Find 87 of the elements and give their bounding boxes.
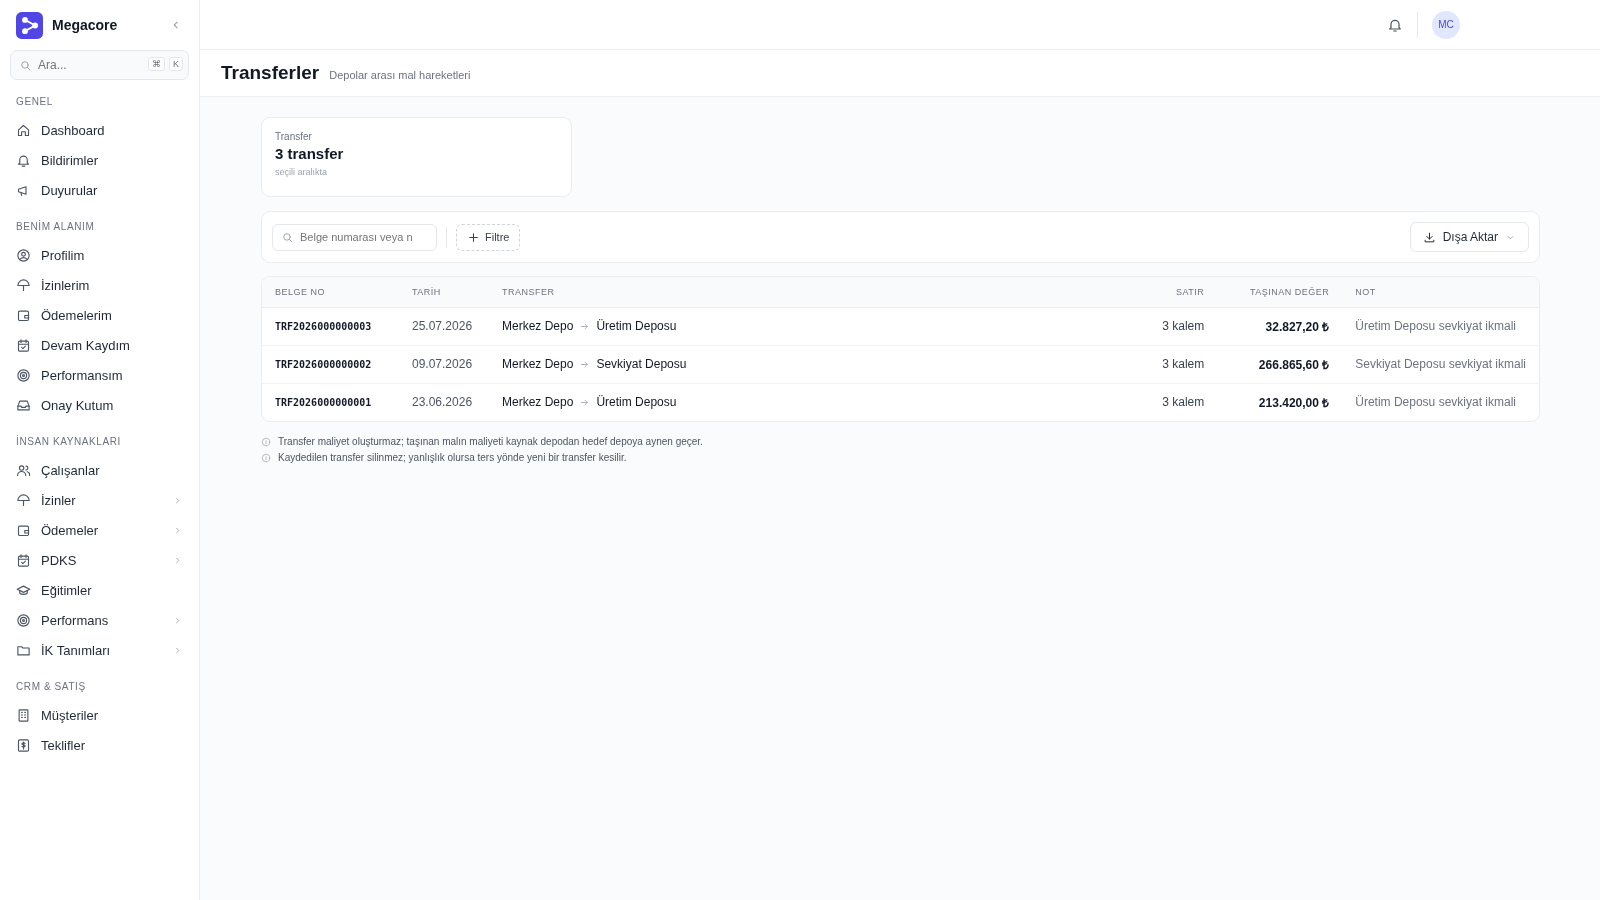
table-cell: 32.827,20 ₺: [1217, 307, 1343, 345]
info-icon: [261, 436, 271, 447]
sidebar-item[interactable]: Duyurular: [10, 175, 189, 205]
sidebar-item[interactable]: PDKS: [10, 545, 189, 575]
section-heading: GENEL: [15, 95, 54, 109]
column-header: TRANSFER: [489, 277, 1040, 307]
sidebar-item[interactable]: Performans: [10, 605, 189, 635]
info-icon: [261, 452, 271, 463]
info-note: Kaydedilen transfer silinmez; yanlışlık olursa ters yönde yeni bir transfer kesilir.: [278, 452, 627, 463]
target-warehouse: Üretim Deposu: [596, 319, 677, 333]
search-icon: [19, 59, 32, 72]
graduation-cap-icon: [16, 582, 31, 598]
source-warehouse: Merkez Depo: [502, 395, 574, 410]
building-icon: [16, 707, 31, 723]
table-cell: 25.07.2026: [399, 307, 489, 345]
table-cell: 3 kalem: [1039, 307, 1218, 345]
avatar[interactable]: MC: [1432, 10, 1460, 39]
table-cell: 23.06.2026: [399, 383, 489, 421]
sidebar-item[interactable]: İK Tanımları: [10, 635, 189, 665]
sidebar-item[interactable]: Performansım: [10, 360, 189, 390]
sidebar-item[interactable]: Eğitimler: [10, 575, 189, 605]
sidebar-item[interactable]: Dashboard: [10, 115, 189, 145]
column-header: TAŞINAN DEĞER: [1217, 277, 1343, 307]
wallet-icon: [16, 307, 31, 323]
table-cell: TRF2026000000002: [262, 345, 399, 383]
wallet-icon: [16, 522, 31, 538]
column-header: NOT: [1342, 277, 1539, 307]
section-heading: BENİM ALANIM: [15, 219, 96, 234]
sidebar-item[interactable]: İzinlerim: [10, 270, 189, 300]
target-icon: [16, 367, 31, 383]
table-row[interactable]: TRF2026000000001 23.06.2026 Merkez Depo Üretim Deposu 3 kalem 213.420,00 ₺ Üretim Deposu sevkiyat ikmali: [262, 383, 1539, 421]
sidebar-item[interactable]: Müşteriler: [10, 700, 189, 730]
column-header: SATIR: [1039, 277, 1218, 307]
sidebar-item[interactable]: Devam Kaydım: [10, 330, 189, 360]
logo-icon: [16, 11, 43, 39]
source-warehouse: Merkez Depo: [502, 319, 574, 333]
section-heading: İNSAN KAYNAKLARI: [15, 434, 122, 449]
sidebar-item[interactable]: Bildirimler: [10, 145, 189, 175]
umbrella-icon: [16, 277, 31, 293]
search-field[interactable]: Belge numarası veya n: [272, 223, 437, 251]
section-heading: CRM & SATIŞ: [15, 680, 87, 694]
table-cell: 213.420,00 ₺: [1217, 383, 1343, 421]
plus-icon: [467, 230, 480, 244]
table-cell: Sevkiyat Deposu sevkiyat ikmali: [1342, 345, 1539, 383]
sidebar-item[interactable]: Ödemelerim: [10, 300, 189, 330]
table-cell: 09.07.2026: [399, 345, 489, 383]
column-header: BELGE NO: [262, 277, 399, 307]
table-cell: 3 kalem: [1039, 345, 1218, 383]
inbox-icon: [16, 397, 31, 413]
bell-icon: [16, 152, 31, 168]
umbrella-icon: [16, 492, 31, 508]
brand-name: Megacore: [52, 17, 119, 33]
table-cell: 3 kalem: [1039, 383, 1218, 421]
sidebar-item[interactable]: İzinler: [10, 485, 189, 515]
target-warehouse: Sevkiyat Deposu: [596, 357, 687, 371]
source-warehouse: Merkez Depo: [502, 357, 574, 371]
sidebar-item[interactable]: Ödemeler: [10, 515, 189, 545]
calendar-icon: [16, 337, 31, 353]
table-cell: Üretim Deposu sevkiyat ikmali: [1342, 307, 1539, 345]
search-icon: [281, 230, 294, 244]
table-cell: TRF2026000000003: [262, 307, 399, 345]
table-cell: 266.865,60 ₺: [1217, 345, 1343, 383]
filter-button[interactable]: Filtre: [456, 223, 521, 251]
stat-caption: seçili aralıkta: [275, 167, 329, 177]
column-header: TARİH: [399, 277, 489, 307]
stat-label: Transfer: [275, 131, 313, 142]
table-cell: TRF2026000000001: [262, 383, 399, 421]
users-icon: [16, 462, 31, 478]
stat-value: 3 transfer: [275, 145, 345, 162]
target-icon: [16, 612, 31, 628]
export-button[interactable]: Dışa Aktar: [1409, 222, 1529, 252]
info-note: Transfer maliyet oluşturmaz; taşınan malın maliyeti kaynak depodan hedef depoya aynen geçer.: [278, 436, 703, 447]
target-warehouse: Üretim Deposu: [596, 395, 677, 410]
page-subtitle: Depolar arası mal hareketleri: [329, 69, 471, 81]
table-row[interactable]: TRF2026000000003 25.07.2026 Merkez Depo Üretim Deposu 3 kalem 32.827,20 ₺ Üretim Deposu sevkiyat ikmali: [262, 307, 1539, 345]
user-circle-icon: [16, 247, 31, 263]
sidebar-item[interactable]: Teklifler: [10, 730, 189, 760]
table-row[interactable]: TRF2026000000002 09.07.2026 Merkez Depo Sevkiyat Deposu 3 kalem 266.865,60 ₺ Sevkiyat Deposu sevkiyat ikmali: [262, 345, 1539, 383]
sidebar-item[interactable]: Profilim: [10, 240, 189, 270]
sidebar-item[interactable]: Çalışanlar: [10, 455, 189, 485]
sidebar-item[interactable]: Onay Kutum: [10, 390, 189, 420]
page-title: Transferler: [221, 62, 320, 84]
calendar-icon: [16, 552, 31, 568]
table-cell: Üretim Deposu sevkiyat ikmali: [1342, 383, 1539, 421]
home-icon: [16, 122, 31, 138]
download-icon: [1422, 230, 1436, 244]
dollar-icon: [16, 737, 31, 753]
